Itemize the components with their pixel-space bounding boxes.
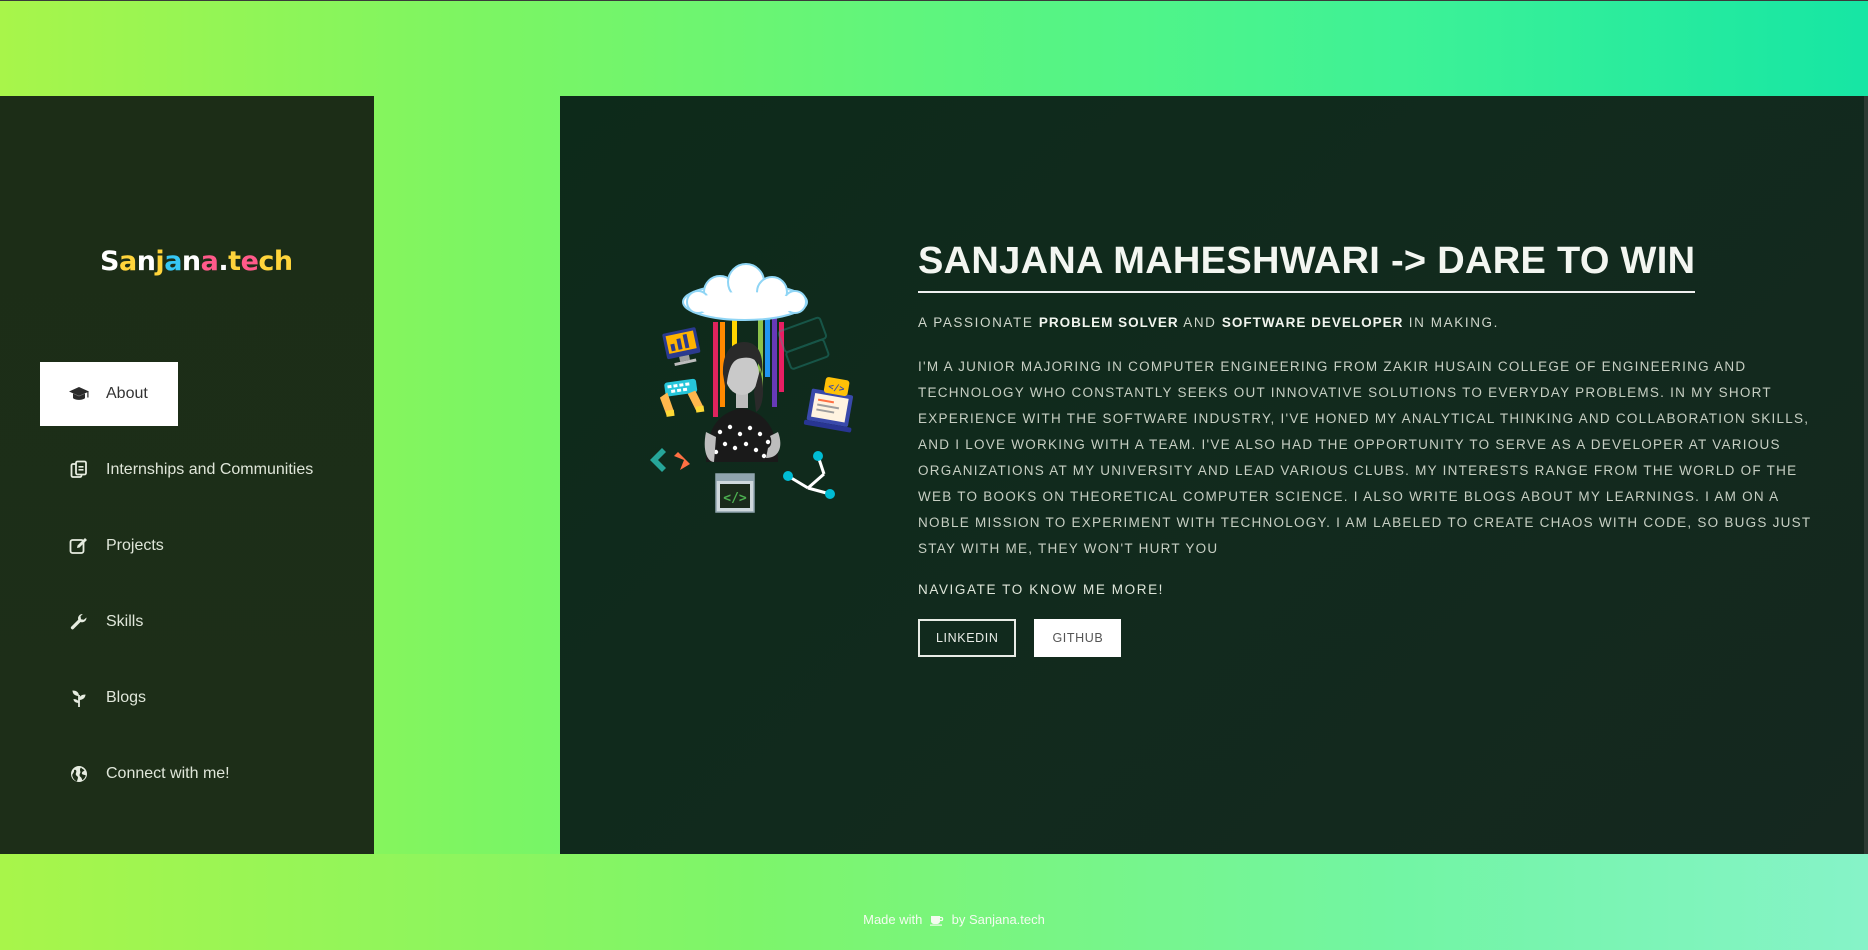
sidebar-item-label: Skills: [106, 613, 144, 630]
sidebar-item-skills[interactable]: Skills: [40, 590, 163, 654]
code-window-icon: </>: [715, 473, 755, 513]
footer-made-with: Made with: [863, 912, 923, 927]
globe-icon: [68, 763, 90, 785]
bio-paragraph: I'M A JUNIOR MAJORING IN COMPUTER ENGINE…: [918, 359, 1812, 556]
about-content: SANJANA MAHESHWARI -> DARE TO WIN A PASS…: [918, 240, 1818, 657]
footer-by: by: [951, 912, 966, 927]
seedling-icon: [68, 687, 90, 709]
svg-text:</>: </>: [723, 491, 747, 506]
social-buttons: LINKEDIN GITHUB: [918, 619, 1818, 657]
network-nodes-icon: [783, 451, 835, 499]
wrench-icon: [68, 611, 90, 633]
sidebar-item-about[interactable]: About: [40, 362, 178, 426]
tagline-mid: AND: [1178, 315, 1222, 330]
laptop-code-icon: </>: [803, 377, 854, 433]
sidebar-item-internships[interactable]: Internships and Communities: [40, 438, 333, 502]
sidebar-item-label: Projects: [106, 537, 164, 554]
site-logo[interactable]: Sanjana.tech: [100, 246, 293, 277]
footer: Made with by Sanjana.tech: [0, 912, 1868, 929]
github-button[interactable]: GITHUB: [1034, 619, 1122, 657]
logo-letter: n: [136, 246, 156, 277]
tagline-suffix: IN MAKING.: [1403, 315, 1500, 330]
monitor-chart-icon: [662, 327, 701, 367]
clipboard-copy-icon: [68, 459, 90, 481]
navigate-prompt: NAVIGATE TO KNOW ME MORE!: [918, 582, 1165, 597]
logo-letter: t: [228, 246, 241, 277]
footer-brand-link[interactable]: Sanjana.tech: [969, 912, 1045, 927]
logo-letter: S: [100, 246, 119, 277]
logo-letter: j: [155, 246, 165, 277]
edit-icon: [68, 535, 90, 557]
logo-letter: .: [218, 246, 229, 277]
sidebar-item-label: Internships and Communities: [106, 461, 314, 478]
logo-letter: a: [118, 246, 137, 277]
main-panel-edge: [1864, 96, 1868, 854]
sidebar-item-label: Connect with me!: [106, 765, 230, 782]
logo-letter: a: [200, 246, 219, 277]
sidebar-item-projects[interactable]: Projects: [40, 514, 184, 578]
page-title: SANJANA MAHESHWARI -> DARE TO WIN: [918, 240, 1696, 293]
chevrons-icon: [650, 448, 690, 472]
sidebar: Sanjana.tech About Internships and Commu…: [0, 96, 374, 854]
logo-letter: a: [164, 246, 182, 277]
tag-outline-icon: [777, 316, 830, 370]
logo-letter: c: [258, 246, 274, 277]
cloud-icon: [682, 263, 808, 321]
logo-letter: e: [240, 246, 259, 277]
tagline: A PASSIONATE PROBLEM SOLVER AND SOFTWARE…: [918, 315, 1818, 330]
sidebar-item-blogs[interactable]: Blogs: [40, 666, 166, 730]
graduation-cap-icon: [68, 383, 90, 405]
tagline-prefix: A PASSIONATE: [918, 315, 1039, 330]
profile-illustration: </> </>: [650, 262, 880, 514]
top-border: [0, 0, 1868, 1]
logo-letter: n: [181, 246, 201, 277]
coffee-cup-icon: [929, 914, 944, 929]
sidebar-item-label: About: [106, 385, 148, 402]
keyboard-hands-icon: [659, 378, 705, 417]
sidebar-item-connect[interactable]: Connect with me!: [40, 742, 250, 806]
logo-letter: h: [273, 246, 293, 277]
tagline-highlight-problem-solver: PROBLEM SOLVER: [1038, 315, 1179, 330]
linkedin-button[interactable]: LINKEDIN: [918, 619, 1017, 657]
sidebar-item-label: Blogs: [106, 689, 147, 706]
tagline-highlight-software-developer: SOFTWARE DEVELOPER: [1221, 315, 1404, 330]
bottom-background-band: [0, 854, 1868, 950]
